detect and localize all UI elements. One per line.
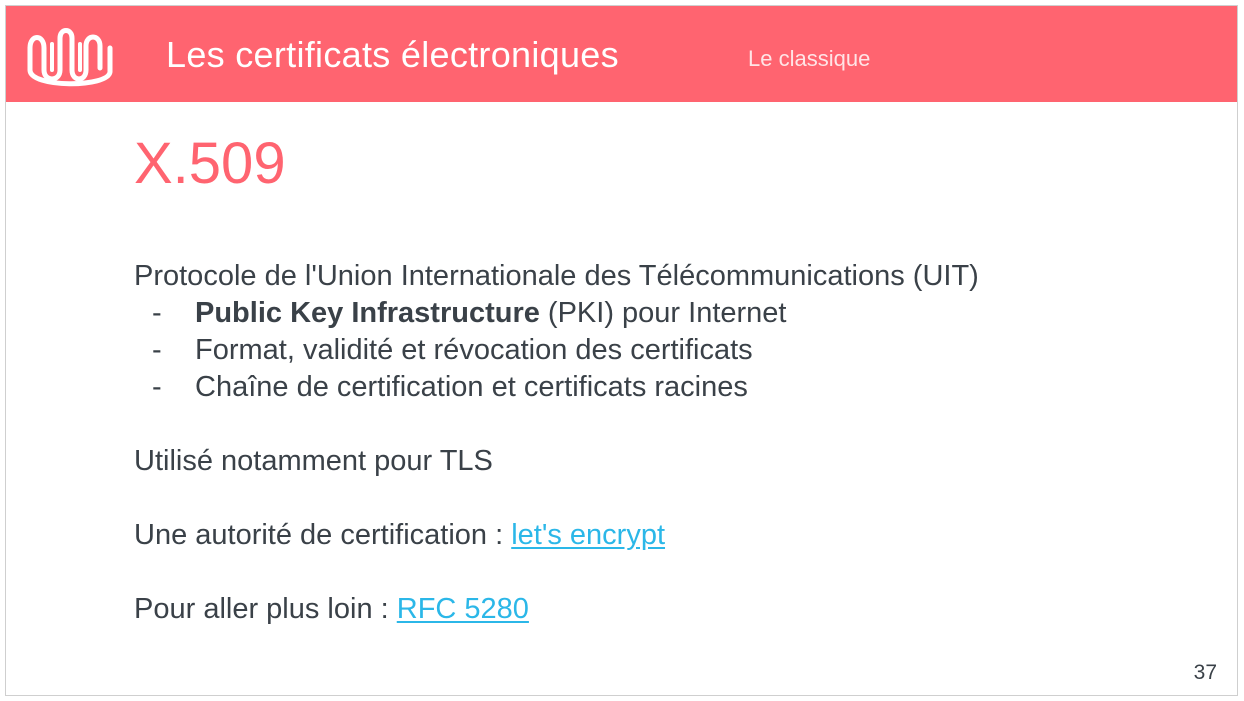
bullet-dash: - (152, 297, 162, 329)
bullet-item: - Chaîne de certification et certificats… (134, 369, 1194, 406)
bullet-list: - Public Key Infrastructure (PKI) pour I… (134, 295, 1194, 406)
slide-title: X.509 (134, 131, 286, 196)
bullet-text: (PKI) pour Internet (539, 297, 787, 329)
bullet-dash: - (152, 371, 162, 403)
bullet-text: Format, validité et révocation des certi… (195, 334, 753, 366)
slide-header: Les certificats électroniques Le classiq… (6, 6, 1237, 102)
authority-label: Une autorité de certification : (134, 519, 512, 551)
slide: Les certificats électroniques Le classiq… (5, 5, 1238, 696)
page-number: 37 (1193, 661, 1217, 684)
wavy-line-logo-icon (27, 28, 113, 87)
intro-text: Protocole de l'Union Internationale des … (134, 260, 979, 292)
usage-text: Utilisé notamment pour TLS (134, 445, 493, 477)
bullet-bold-text: Public Key Infrastructure (195, 297, 540, 329)
bullet-dash: - (152, 334, 162, 366)
rfc-5280-link[interactable]: RFC 5280 (397, 593, 529, 625)
further-label: Pour aller plus loin : (134, 593, 397, 625)
bullet-item: - Format, validité et révocation des cer… (134, 332, 1194, 369)
lets-encrypt-link[interactable]: let's encrypt (511, 519, 665, 551)
bullet-item: - Public Key Infrastructure (PKI) pour I… (134, 295, 1194, 332)
authority-line: Une autorité de certification : let's en… (134, 517, 1194, 554)
bullet-text: Chaîne de certification et certificats r… (195, 371, 748, 403)
slide-body: Protocole de l'Union Internationale des … (134, 258, 1194, 628)
header-title: Les certificats électroniques (166, 34, 619, 75)
header-subtitle: Le classique (748, 46, 871, 71)
further-line: Pour aller plus loin : RFC 5280 (134, 591, 1194, 628)
